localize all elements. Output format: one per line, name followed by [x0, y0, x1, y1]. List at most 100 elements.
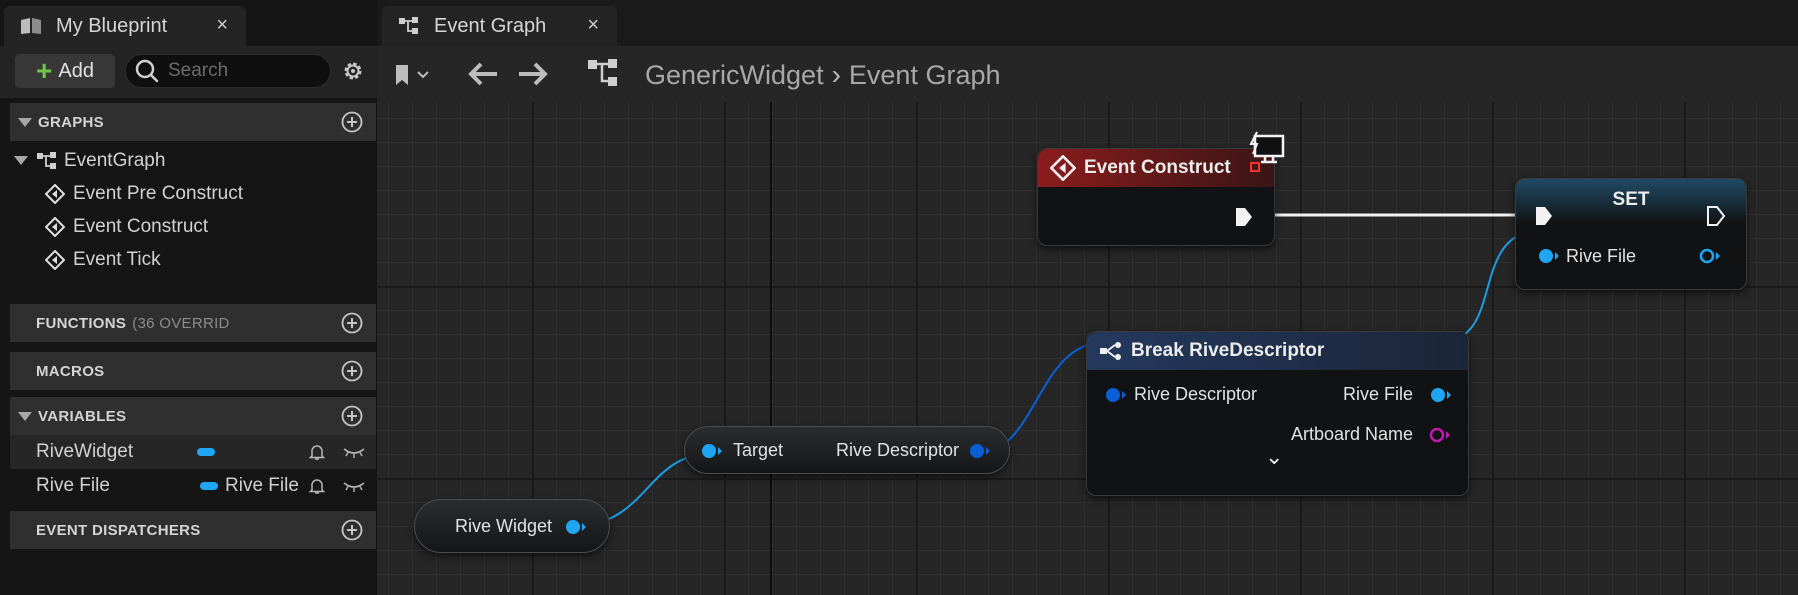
name-out-pin[interactable]	[1428, 427, 1452, 443]
add-circle-icon[interactable]	[341, 519, 363, 541]
pin-label: Rive Descriptor	[835, 440, 959, 460]
rive-widget-getter-node[interactable]: Rive Widget	[414, 499, 610, 553]
exec-out-pin[interactable]	[1706, 205, 1726, 227]
object-in-pin[interactable]	[701, 443, 723, 459]
blueprint-toolbar: + Add	[0, 46, 377, 98]
add-circle-icon[interactable]	[341, 111, 363, 133]
graph-icon	[588, 59, 617, 86]
tree-item-label: Event Pre Construct	[73, 182, 244, 204]
book-icon	[20, 17, 42, 35]
object-out-pin[interactable]	[1430, 387, 1452, 403]
section-sub-label: (36 OVERRID	[132, 314, 230, 332]
pin-label: Target	[733, 440, 784, 460]
eye-closed-icon[interactable]	[342, 444, 366, 460]
pin-label: Rive File	[1342, 384, 1413, 404]
forward-arrow-icon[interactable]	[515, 60, 549, 88]
bell-icon[interactable]	[308, 477, 326, 495]
graph-canvas[interactable]: Event Construct SET Rive File Break Rive…	[377, 102, 1798, 595]
tab-my-blueprint[interactable]: My Blueprint ×	[4, 6, 246, 46]
graph-icon	[37, 151, 56, 169]
pin-label: Rive Descriptor	[1134, 384, 1258, 404]
bell-icon[interactable]	[308, 443, 326, 461]
pin-label: Rive Widget	[455, 516, 553, 536]
chevron-down-icon	[14, 156, 28, 165]
tree-item-event-construct[interactable]: Event Construct	[10, 208, 376, 245]
eye-closed-icon[interactable]	[342, 478, 366, 494]
section-label: MACROS	[36, 362, 105, 380]
exec-out-pin[interactable]	[1234, 206, 1254, 228]
variable-row-rive-file[interactable]: Rive File Rive File	[10, 469, 376, 503]
section-functions[interactable]: FUNCTIONS (36 OVERRID	[10, 304, 376, 342]
section-event-dispatchers[interactable]: EVENT DISPATCHERS	[10, 511, 376, 549]
breadcrumb: GenericWidget › Event Graph	[645, 59, 1001, 91]
section-variables[interactable]: VARIABLES	[10, 397, 376, 435]
break-rivedescriptor-node[interactable]: Break RiveDescriptor Rive Descriptor Riv…	[1086, 331, 1469, 496]
chevron-down-icon	[18, 117, 32, 127]
event-icon	[45, 249, 65, 270]
get-rive-descriptor-node[interactable]: Target Rive Descriptor	[684, 426, 1010, 474]
object-type-pill	[200, 482, 218, 490]
break-struct-icon	[1100, 342, 1121, 360]
tree-item-event-tick[interactable]: Event Tick	[10, 241, 376, 278]
variable-name: RiveWidget	[36, 441, 134, 462]
object-in-pin[interactable]	[1538, 248, 1560, 264]
add-button-label: Add	[58, 59, 94, 82]
section-graphs[interactable]: GRAPHS	[10, 103, 376, 141]
node-header: Break RiveDescriptor	[1087, 332, 1468, 370]
object-out-pin[interactable]	[565, 519, 587, 535]
add-button[interactable]: + Add	[15, 54, 115, 88]
client-server-icon	[1249, 131, 1285, 164]
back-arrow-icon[interactable]	[467, 60, 501, 88]
add-circle-icon[interactable]	[341, 405, 363, 427]
tab-label: Event Graph	[434, 14, 547, 37]
set-node[interactable]: SET Rive File	[1515, 178, 1747, 290]
my-blueprint-panel: My Blueprint × + Add GRAPHS	[0, 0, 377, 595]
close-icon[interactable]: ×	[587, 14, 599, 37]
event-construct-node[interactable]: Event Construct	[1037, 148, 1275, 246]
exec-in-pin[interactable]	[1534, 205, 1554, 227]
pin-label: Artboard Name	[1290, 424, 1413, 444]
tree-item-label: EventGraph	[64, 149, 166, 171]
struct-in-pin[interactable]	[1105, 387, 1127, 403]
section-macros[interactable]: MACROS	[10, 352, 376, 390]
graph-icon	[398, 17, 420, 35]
node-header: Event Construct	[1038, 149, 1274, 187]
tree-item-event-pre-construct[interactable]: Event Pre Construct	[10, 175, 376, 212]
event-icon	[45, 183, 65, 204]
section-label: FUNCTIONS	[36, 314, 127, 332]
section-label: VARIABLES	[38, 407, 127, 425]
pin-label: Rive File	[1566, 246, 1637, 266]
add-circle-icon[interactable]	[341, 360, 363, 382]
search-icon	[135, 59, 159, 83]
breadcrumb-item[interactable]: Event Graph	[849, 60, 1001, 91]
variable-type: Rive File	[225, 475, 299, 496]
tab-label: My Blueprint	[56, 14, 168, 37]
tree-item-eventgraph[interactable]: EventGraph	[10, 142, 376, 179]
tab-event-graph[interactable]: Event Graph ×	[382, 6, 617, 46]
event-icon	[45, 216, 65, 237]
gear-icon[interactable]	[340, 58, 366, 84]
graph-toolbar: GenericWidget › Event Graph	[377, 46, 1798, 102]
bookmark-dropdown-icon[interactable]	[393, 62, 433, 88]
breadcrumb-separator: ›	[831, 59, 841, 90]
chevron-down-icon	[18, 411, 32, 421]
section-label: GRAPHS	[38, 113, 104, 131]
node-title: Break RiveDescriptor	[1131, 340, 1325, 361]
add-circle-icon[interactable]	[341, 312, 363, 334]
search-input[interactable]	[166, 59, 320, 83]
struct-out-pin[interactable]	[969, 443, 991, 459]
object-type-pill	[197, 448, 215, 456]
breadcrumb-item[interactable]: GenericWidget	[645, 60, 824, 91]
object-out-pin[interactable]	[1698, 248, 1722, 264]
expand-chevron-icon[interactable]: ⌄	[1265, 444, 1283, 470]
tree-item-label: Event Construct	[73, 215, 209, 237]
close-icon[interactable]: ×	[216, 14, 228, 37]
event-icon	[1050, 155, 1076, 181]
node-title: Event Construct	[1084, 157, 1231, 178]
variable-row-rivewidget[interactable]: RiveWidget	[10, 435, 376, 469]
search-box[interactable]	[125, 54, 331, 88]
variable-name: Rive File	[36, 475, 110, 496]
section-label: EVENT DISPATCHERS	[36, 521, 201, 539]
tree-item-label: Event Tick	[73, 248, 161, 270]
plus-icon: +	[36, 55, 53, 86]
